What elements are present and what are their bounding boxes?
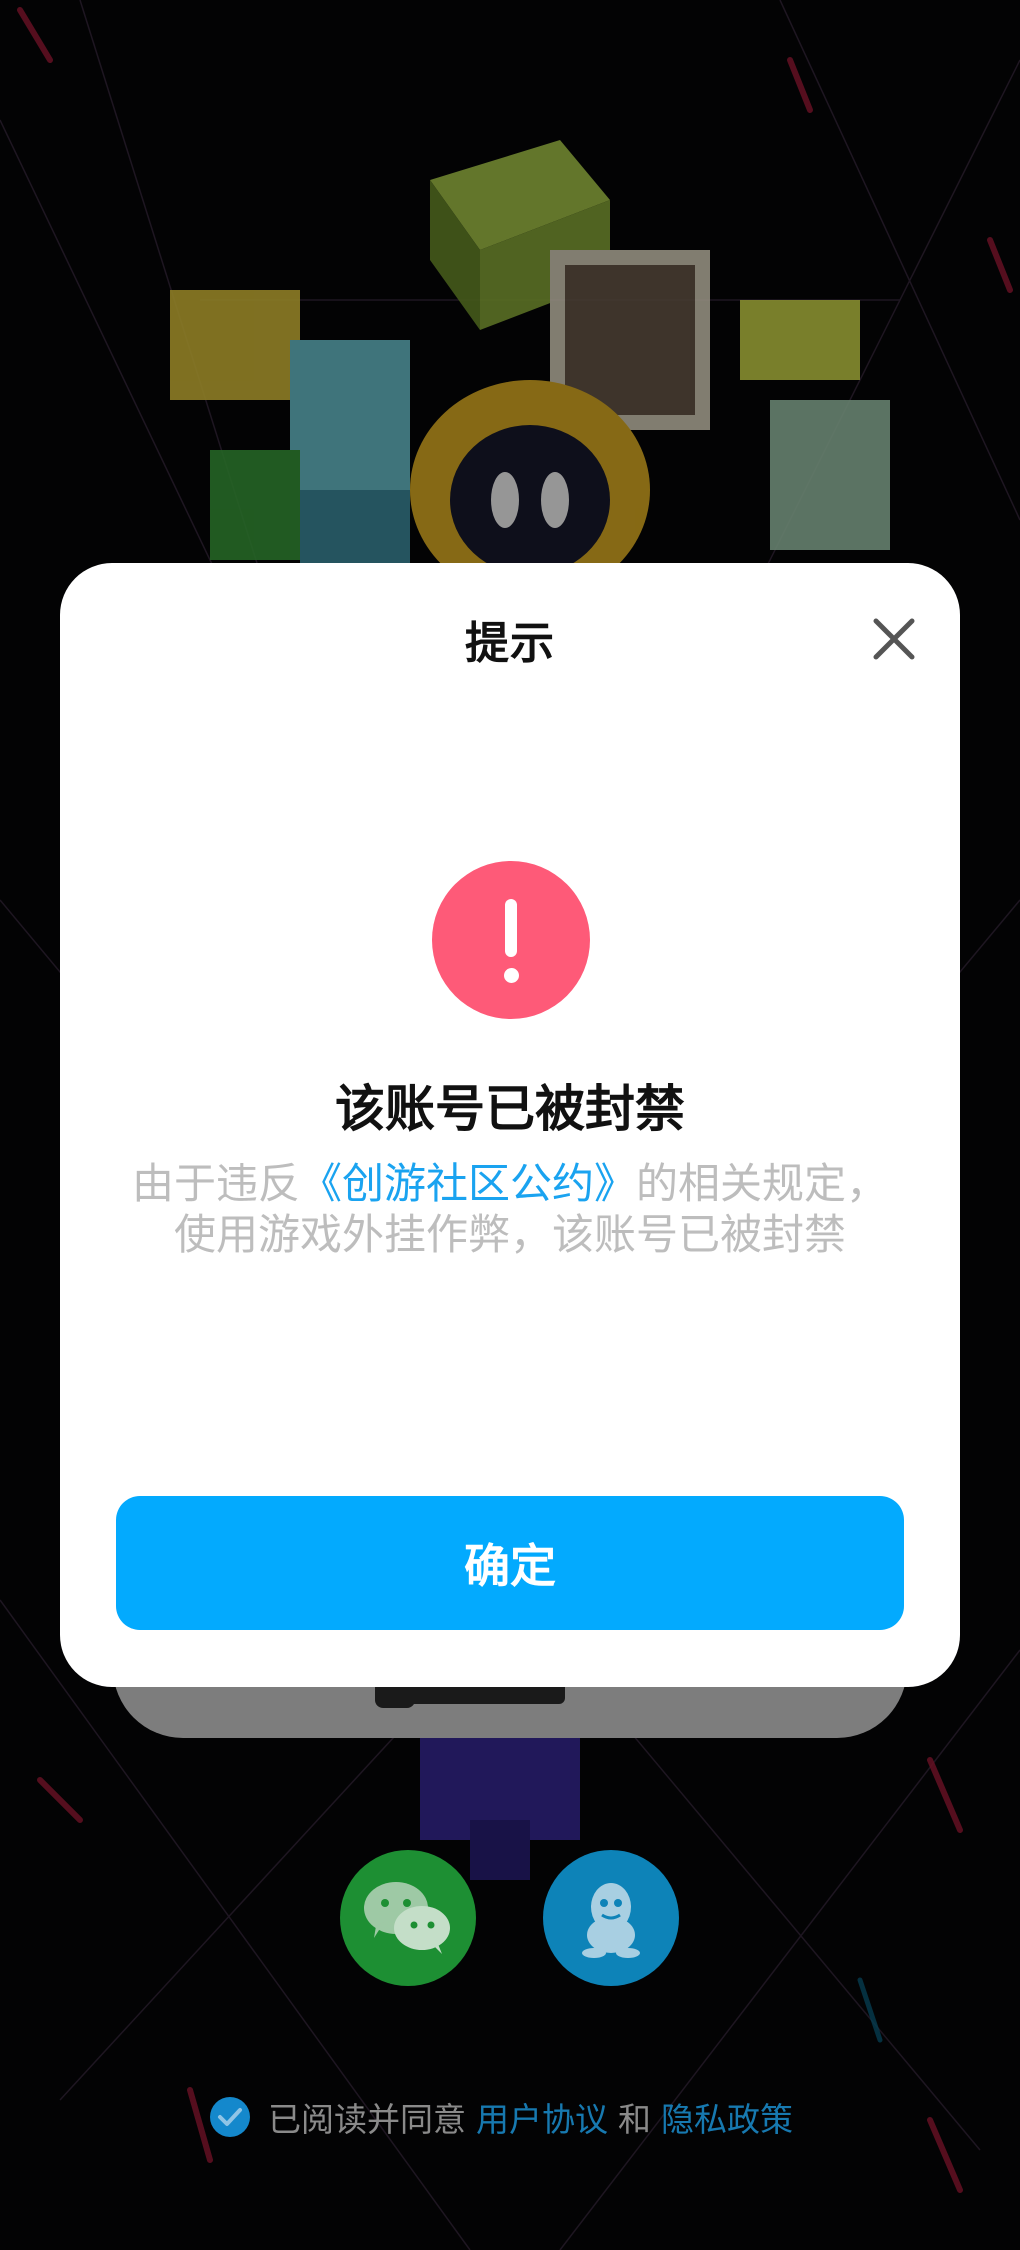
dialog-title: 提示 bbox=[465, 618, 555, 669]
agreement-row: 已阅读并同意 用户协议 和 隐私政策 bbox=[210, 2092, 803, 2142]
ban-notice-dialog: 提示 该账号已被封禁 由于违反《创游社区公约》的相关规定，使用游戏外挂作弊，该账… bbox=[60, 563, 960, 1687]
privacy-policy-link[interactable]: 隐私政策 bbox=[661, 2093, 793, 2141]
message-prefix: 由于违反 bbox=[131, 1159, 300, 1208]
check-icon bbox=[218, 2108, 242, 2126]
close-icon bbox=[873, 618, 915, 660]
agreement-checkbox[interactable] bbox=[210, 2097, 250, 2137]
wechat-icon bbox=[364, 1882, 450, 1954]
agreement-and: 和 bbox=[618, 2100, 651, 2139]
login-screen: 已阅读并同意 用户协议 和 隐私政策 提示 该账号已被封禁 由于违反《创游社区公… bbox=[0, 0, 1020, 2250]
exclamation-icon bbox=[432, 861, 590, 1019]
agreement-prefix: 已阅读并同意 bbox=[268, 2100, 466, 2139]
dialog-message: 由于违反《创游社区公约》的相关规定，使用游戏外挂作弊，该账号已被封禁 bbox=[120, 1158, 900, 1260]
community-rules-link[interactable]: 《创游社区公约》 bbox=[300, 1159, 636, 1208]
dialog-heading: 该账号已被封禁 bbox=[335, 1080, 685, 1138]
user-agreement-link[interactable]: 用户协议 bbox=[476, 2093, 608, 2141]
qq-icon bbox=[582, 1883, 640, 1958]
close-button[interactable] bbox=[858, 603, 930, 675]
wechat-login-button[interactable] bbox=[340, 1850, 476, 1986]
confirm-button[interactable]: 确定 bbox=[116, 1496, 904, 1630]
qq-login-button[interactable] bbox=[543, 1850, 679, 1986]
